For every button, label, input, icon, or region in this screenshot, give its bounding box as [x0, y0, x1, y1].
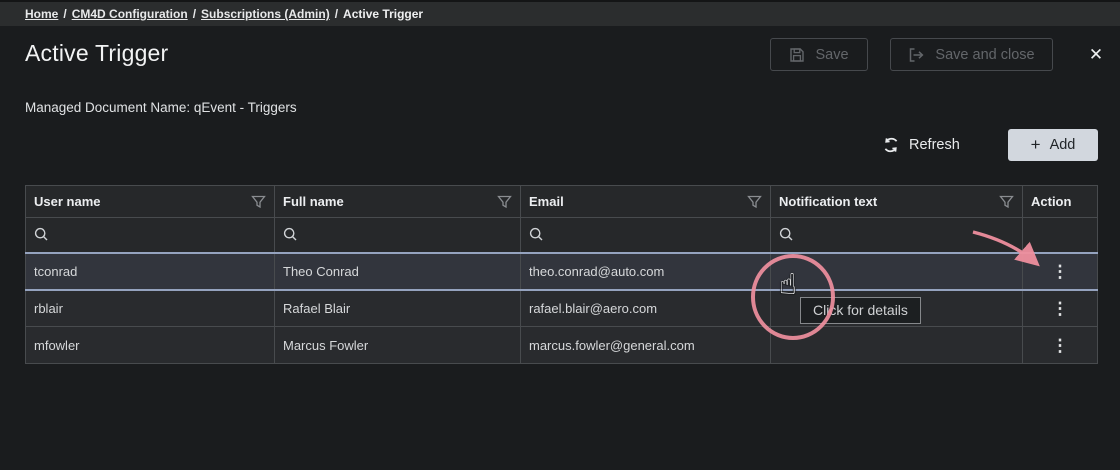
column-header-user-name[interactable]: User name	[26, 186, 275, 218]
plus-icon: +	[1031, 136, 1041, 153]
column-header-action: Action	[1023, 186, 1098, 218]
table-filter-row	[26, 218, 1098, 253]
search-icon	[34, 227, 266, 242]
table-row[interactable]: tconradTheo Conradtheo.conrad@auto.com ⋮	[26, 253, 1098, 290]
user-name-cell: tconrad	[26, 253, 275, 290]
filter-input-full-name[interactable]	[275, 218, 521, 253]
full-name-cell: Rafael Blair	[275, 290, 521, 327]
breadcrumb-separator: /	[193, 7, 196, 21]
breadcrumb-link-subscriptions-admin[interactable]: Subscriptions (Admin)	[201, 7, 330, 21]
row-actions-kebab-icon[interactable]: ⋮	[1052, 337, 1069, 354]
column-header-notification-text[interactable]: Notification text	[771, 186, 1023, 218]
user-name-cell: rblair	[26, 290, 275, 327]
breadcrumb: Home / CM4D Configuration / Subscription…	[0, 0, 1120, 26]
triggers-table: User name Full name	[25, 185, 1098, 364]
refresh-icon	[882, 136, 900, 154]
filter-input-email[interactable]	[521, 218, 771, 253]
breadcrumb-link-cm4d-configuration[interactable]: CM4D Configuration	[72, 7, 188, 21]
full-name-cell: Theo Conrad	[275, 253, 521, 290]
managed-document-name: Managed Document Name: qEvent - Triggers	[25, 100, 297, 115]
close-button[interactable]: ✕	[1083, 42, 1109, 68]
breadcrumb-link-home[interactable]: Home	[25, 7, 58, 21]
refresh-button-label: Refresh	[909, 137, 960, 153]
column-header-full-name[interactable]: Full name	[275, 186, 521, 218]
search-icon	[283, 227, 512, 242]
column-header-label: Email	[529, 194, 564, 209]
column-header-email[interactable]: Email	[521, 186, 771, 218]
close-icon: ✕	[1089, 45, 1103, 65]
filter-funnel-icon[interactable]	[999, 195, 1014, 209]
page-title: Active Trigger	[25, 40, 168, 67]
row-actions-kebab-icon[interactable]: ⋮	[1052, 300, 1069, 317]
column-header-label: User name	[34, 194, 100, 209]
save-icon	[789, 47, 805, 63]
table-body: tconradTheo Conradtheo.conrad@auto.com⋮r…	[26, 253, 1098, 364]
breadcrumb-current: Active Trigger	[343, 7, 423, 21]
user-name-cell: mfowler	[26, 327, 275, 364]
filter-funnel-icon[interactable]	[251, 195, 266, 209]
full-name-cell: Marcus Fowler	[275, 327, 521, 364]
email-cell: theo.conrad@auto.com	[521, 253, 771, 290]
save-button[interactable]: Save	[770, 38, 868, 71]
refresh-button[interactable]: Refresh	[882, 130, 960, 160]
action-cell: ⋮	[1023, 327, 1098, 364]
save-and-close-button[interactable]: Save and close	[890, 38, 1053, 71]
notification-text-cell	[771, 327, 1023, 364]
row-actions-kebab-icon[interactable]: ⋮	[1052, 263, 1069, 280]
filter-funnel-icon[interactable]	[747, 195, 762, 209]
breadcrumb-separator: /	[335, 7, 338, 21]
click-for-details-tooltip: Click for details	[800, 297, 921, 324]
table-header-row: User name Full name	[26, 186, 1098, 218]
column-header-label: Full name	[283, 194, 344, 209]
search-icon	[529, 227, 762, 242]
table-row[interactable]: rblairRafael Blairrafael.blair@aero.com ⋮	[26, 290, 1098, 327]
search-icon	[779, 227, 1014, 242]
email-cell: rafael.blair@aero.com	[521, 290, 771, 327]
save-and-close-icon	[908, 47, 925, 63]
filter-input-notification-text[interactable]	[771, 218, 1023, 253]
add-button-label: Add	[1050, 137, 1076, 153]
filter-cell-action-empty	[1023, 218, 1098, 253]
breadcrumb-separator: /	[63, 7, 66, 21]
action-cell: ⋮	[1023, 253, 1098, 290]
notification-text-cell	[771, 253, 1023, 290]
column-header-label: Action	[1031, 194, 1071, 209]
email-cell: marcus.fowler@general.com	[521, 327, 771, 364]
save-button-label: Save	[815, 47, 848, 63]
filter-funnel-icon[interactable]	[497, 195, 512, 209]
save-and-close-button-label: Save and close	[935, 47, 1034, 63]
add-button[interactable]: + Add	[1008, 129, 1098, 161]
column-header-label: Notification text	[779, 194, 877, 209]
table-row[interactable]: mfowlerMarcus Fowlermarcus.fowler@genera…	[26, 327, 1098, 364]
active-trigger-page: Home / CM4D Configuration / Subscription…	[0, 0, 1120, 470]
filter-input-user-name[interactable]	[26, 218, 275, 253]
action-cell: ⋮	[1023, 290, 1098, 327]
